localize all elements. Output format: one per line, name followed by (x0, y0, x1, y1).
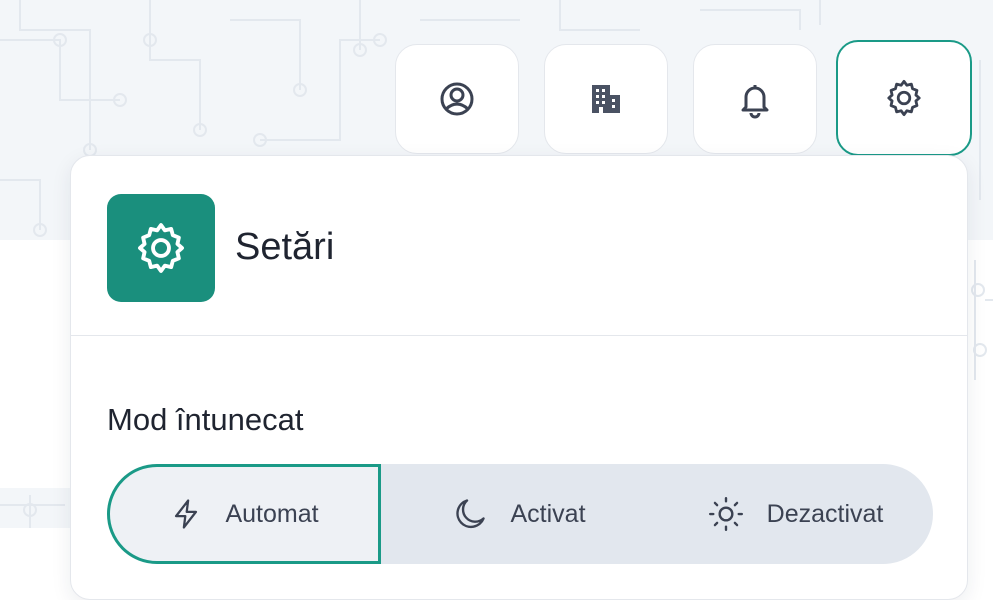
dark-mode-selector: Automat Activat Dezactivat (107, 464, 933, 564)
settings-icon-box (107, 194, 215, 302)
dark-mode-option-activat[interactable]: Activat (381, 464, 657, 564)
organization-button[interactable] (544, 44, 668, 154)
settings-panel: Setări Mod întunecat Automat Activat Dez… (70, 155, 968, 600)
settings-button[interactable] (836, 40, 972, 156)
dark-mode-label: Mod întunecat (107, 402, 304, 437)
profile-button[interactable] (395, 44, 519, 154)
notifications-button[interactable] (693, 44, 817, 154)
dark-mode-option-dezactivat[interactable]: Dezactivat (657, 464, 933, 564)
sun-icon (708, 496, 743, 532)
user-circle-icon (440, 82, 474, 116)
gear-icon (138, 223, 184, 273)
gear-icon (887, 79, 921, 117)
dark-mode-option-label: Automat (225, 499, 319, 528)
dark-mode-option-label: Dezactivat (766, 499, 884, 528)
building-icon (592, 85, 620, 113)
settings-title: Setări (235, 226, 335, 268)
settings-panel-header: Setări (71, 156, 967, 336)
dark-mode-option-automat[interactable]: Automat (107, 464, 381, 564)
lightning-icon (175, 499, 198, 529)
dark-mode-option-label: Activat (510, 499, 586, 528)
moon-icon (456, 499, 486, 529)
bell-icon (741, 85, 769, 119)
